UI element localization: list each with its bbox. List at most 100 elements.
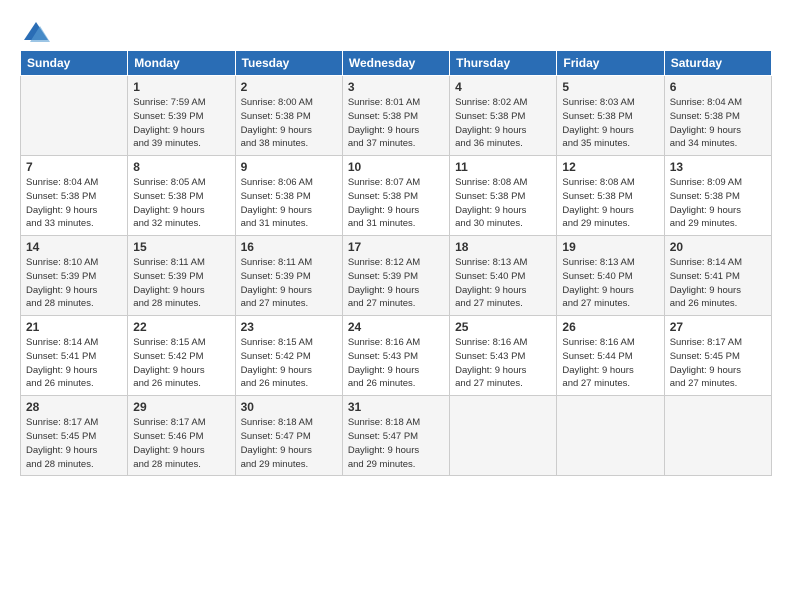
day-number: 7 bbox=[26, 160, 122, 174]
day-detail: Sunrise: 8:02 AM Sunset: 5:38 PM Dayligh… bbox=[455, 96, 551, 151]
calendar-cell: 5 Sunrise: 8:03 AM Sunset: 5:38 PM Daylig… bbox=[557, 76, 664, 156]
calendar-cell: 18 Sunrise: 8:13 AM Sunset: 5:40 PM Dayli… bbox=[450, 236, 557, 316]
logo bbox=[20, 18, 50, 40]
calendar-cell: 22 Sunrise: 8:15 AM Sunset: 5:42 PM Dayli… bbox=[128, 316, 235, 396]
calendar-cell: 17 Sunrise: 8:12 AM Sunset: 5:39 PM Dayli… bbox=[342, 236, 449, 316]
calendar-cell bbox=[557, 396, 664, 476]
day-detail: Sunrise: 8:14 AM Sunset: 5:41 PM Dayligh… bbox=[26, 336, 122, 391]
day-detail: Sunrise: 8:16 AM Sunset: 5:43 PM Dayligh… bbox=[455, 336, 551, 391]
day-detail: Sunrise: 8:18 AM Sunset: 5:47 PM Dayligh… bbox=[241, 416, 337, 471]
day-number: 5 bbox=[562, 80, 658, 94]
calendar-table: SundayMondayTuesdayWednesdayThursdayFrid… bbox=[20, 50, 772, 476]
calendar-cell: 8 Sunrise: 8:05 AM Sunset: 5:38 PM Daylig… bbox=[128, 156, 235, 236]
calendar-cell: 14 Sunrise: 8:10 AM Sunset: 5:39 PM Dayli… bbox=[21, 236, 128, 316]
calendar-cell: 9 Sunrise: 8:06 AM Sunset: 5:38 PM Daylig… bbox=[235, 156, 342, 236]
calendar-cell: 4 Sunrise: 8:02 AM Sunset: 5:38 PM Daylig… bbox=[450, 76, 557, 156]
calendar-cell: 12 Sunrise: 8:08 AM Sunset: 5:38 PM Dayli… bbox=[557, 156, 664, 236]
calendar-cell: 25 Sunrise: 8:16 AM Sunset: 5:43 PM Dayli… bbox=[450, 316, 557, 396]
day-number: 19 bbox=[562, 240, 658, 254]
day-number: 17 bbox=[348, 240, 444, 254]
calendar-cell: 19 Sunrise: 8:13 AM Sunset: 5:40 PM Dayli… bbox=[557, 236, 664, 316]
calendar-cell: 13 Sunrise: 8:09 AM Sunset: 5:38 PM Dayli… bbox=[664, 156, 771, 236]
calendar-cell: 28Sunrise: 8:17 AM Sunset: 5:45 PM Dayli… bbox=[21, 396, 128, 476]
day-number: 22 bbox=[133, 320, 229, 334]
calendar-cell: 31 Sunrise: 8:18 AM Sunset: 5:47 PM Dayli… bbox=[342, 396, 449, 476]
day-number: 13 bbox=[670, 160, 766, 174]
calendar-cell: 6 Sunrise: 8:04 AM Sunset: 5:38 PM Daylig… bbox=[664, 76, 771, 156]
day-number: 6 bbox=[670, 80, 766, 94]
day-detail: Sunrise: 8:10 AM Sunset: 5:39 PM Dayligh… bbox=[26, 256, 122, 311]
day-number: 15 bbox=[133, 240, 229, 254]
calendar-cell bbox=[21, 76, 128, 156]
weekday-header-friday: Friday bbox=[557, 51, 664, 76]
day-number: 18 bbox=[455, 240, 551, 254]
weekday-header-sunday: Sunday bbox=[21, 51, 128, 76]
day-detail: Sunrise: 8:15 AM Sunset: 5:42 PM Dayligh… bbox=[133, 336, 229, 391]
day-detail: Sunrise: 8:04 AM Sunset: 5:38 PM Dayligh… bbox=[26, 176, 122, 231]
calendar-cell: 30 Sunrise: 8:18 AM Sunset: 5:47 PM Dayli… bbox=[235, 396, 342, 476]
day-number: 24 bbox=[348, 320, 444, 334]
weekday-header-monday: Monday bbox=[128, 51, 235, 76]
day-number: 9 bbox=[241, 160, 337, 174]
calendar-cell: 20Sunrise: 8:14 AM Sunset: 5:41 PM Dayli… bbox=[664, 236, 771, 316]
day-detail: Sunrise: 8:08 AM Sunset: 5:38 PM Dayligh… bbox=[455, 176, 551, 231]
weekday-header-wednesday: Wednesday bbox=[342, 51, 449, 76]
calendar-cell: 29 Sunrise: 8:17 AM Sunset: 5:46 PM Dayli… bbox=[128, 396, 235, 476]
day-number: 12 bbox=[562, 160, 658, 174]
calendar-cell: 16 Sunrise: 8:11 AM Sunset: 5:39 PM Dayli… bbox=[235, 236, 342, 316]
day-number: 28 bbox=[26, 400, 122, 414]
calendar-cell bbox=[664, 396, 771, 476]
calendar-cell: 26Sunrise: 8:16 AM Sunset: 5:44 PM Dayli… bbox=[557, 316, 664, 396]
day-number: 8 bbox=[133, 160, 229, 174]
calendar-cell: 24 Sunrise: 8:16 AM Sunset: 5:43 PM Dayli… bbox=[342, 316, 449, 396]
day-number: 29 bbox=[133, 400, 229, 414]
calendar-cell: 1Sunrise: 7:59 AM Sunset: 5:39 PM Daylig… bbox=[128, 76, 235, 156]
calendar-cell bbox=[450, 396, 557, 476]
day-number: 10 bbox=[348, 160, 444, 174]
day-number: 31 bbox=[348, 400, 444, 414]
day-detail: Sunrise: 8:06 AM Sunset: 5:38 PM Dayligh… bbox=[241, 176, 337, 231]
calendar-cell: 21Sunrise: 8:14 AM Sunset: 5:41 PM Dayli… bbox=[21, 316, 128, 396]
day-detail: Sunrise: 8:11 AM Sunset: 5:39 PM Dayligh… bbox=[241, 256, 337, 311]
calendar-cell: 27 Sunrise: 8:17 AM Sunset: 5:45 PM Dayli… bbox=[664, 316, 771, 396]
calendar-cell: 23 Sunrise: 8:15 AM Sunset: 5:42 PM Dayli… bbox=[235, 316, 342, 396]
day-detail: Sunrise: 8:18 AM Sunset: 5:47 PM Dayligh… bbox=[348, 416, 444, 471]
day-detail: Sunrise: 8:16 AM Sunset: 5:44 PM Dayligh… bbox=[562, 336, 658, 391]
day-detail: Sunrise: 8:13 AM Sunset: 5:40 PM Dayligh… bbox=[562, 256, 658, 311]
weekday-header-tuesday: Tuesday bbox=[235, 51, 342, 76]
day-detail: Sunrise: 8:16 AM Sunset: 5:43 PM Dayligh… bbox=[348, 336, 444, 391]
day-detail: Sunrise: 8:01 AM Sunset: 5:38 PM Dayligh… bbox=[348, 96, 444, 151]
calendar-cell: 10 Sunrise: 8:07 AM Sunset: 5:38 PM Dayli… bbox=[342, 156, 449, 236]
day-detail: Sunrise: 8:15 AM Sunset: 5:42 PM Dayligh… bbox=[241, 336, 337, 391]
page-container: SundayMondayTuesdayWednesdayThursdayFrid… bbox=[0, 0, 792, 486]
day-number: 27 bbox=[670, 320, 766, 334]
day-detail: Sunrise: 8:17 AM Sunset: 5:46 PM Dayligh… bbox=[133, 416, 229, 471]
logo-icon bbox=[22, 18, 50, 46]
header-row bbox=[20, 18, 772, 40]
day-detail: Sunrise: 8:17 AM Sunset: 5:45 PM Dayligh… bbox=[670, 336, 766, 391]
day-number: 3 bbox=[348, 80, 444, 94]
day-detail: Sunrise: 7:59 AM Sunset: 5:39 PM Dayligh… bbox=[133, 96, 229, 151]
day-number: 4 bbox=[455, 80, 551, 94]
day-detail: Sunrise: 8:11 AM Sunset: 5:39 PM Dayligh… bbox=[133, 256, 229, 311]
day-number: 23 bbox=[241, 320, 337, 334]
day-number: 11 bbox=[455, 160, 551, 174]
day-detail: Sunrise: 8:07 AM Sunset: 5:38 PM Dayligh… bbox=[348, 176, 444, 231]
day-number: 16 bbox=[241, 240, 337, 254]
calendar-cell: 15 Sunrise: 8:11 AM Sunset: 5:39 PM Dayli… bbox=[128, 236, 235, 316]
day-detail: Sunrise: 8:03 AM Sunset: 5:38 PM Dayligh… bbox=[562, 96, 658, 151]
calendar-cell: 11 Sunrise: 8:08 AM Sunset: 5:38 PM Dayli… bbox=[450, 156, 557, 236]
day-detail: Sunrise: 8:13 AM Sunset: 5:40 PM Dayligh… bbox=[455, 256, 551, 311]
calendar-cell: 7 Sunrise: 8:04 AM Sunset: 5:38 PM Daylig… bbox=[21, 156, 128, 236]
day-detail: Sunrise: 8:14 AM Sunset: 5:41 PM Dayligh… bbox=[670, 256, 766, 311]
day-detail: Sunrise: 8:04 AM Sunset: 5:38 PM Dayligh… bbox=[670, 96, 766, 151]
day-detail: Sunrise: 8:00 AM Sunset: 5:38 PM Dayligh… bbox=[241, 96, 337, 151]
day-detail: Sunrise: 8:09 AM Sunset: 5:38 PM Dayligh… bbox=[670, 176, 766, 231]
day-detail: Sunrise: 8:12 AM Sunset: 5:39 PM Dayligh… bbox=[348, 256, 444, 311]
day-detail: Sunrise: 8:08 AM Sunset: 5:38 PM Dayligh… bbox=[562, 176, 658, 231]
day-number: 14 bbox=[26, 240, 122, 254]
weekday-header-saturday: Saturday bbox=[664, 51, 771, 76]
day-detail: Sunrise: 8:05 AM Sunset: 5:38 PM Dayligh… bbox=[133, 176, 229, 231]
day-number: 25 bbox=[455, 320, 551, 334]
day-number: 30 bbox=[241, 400, 337, 414]
